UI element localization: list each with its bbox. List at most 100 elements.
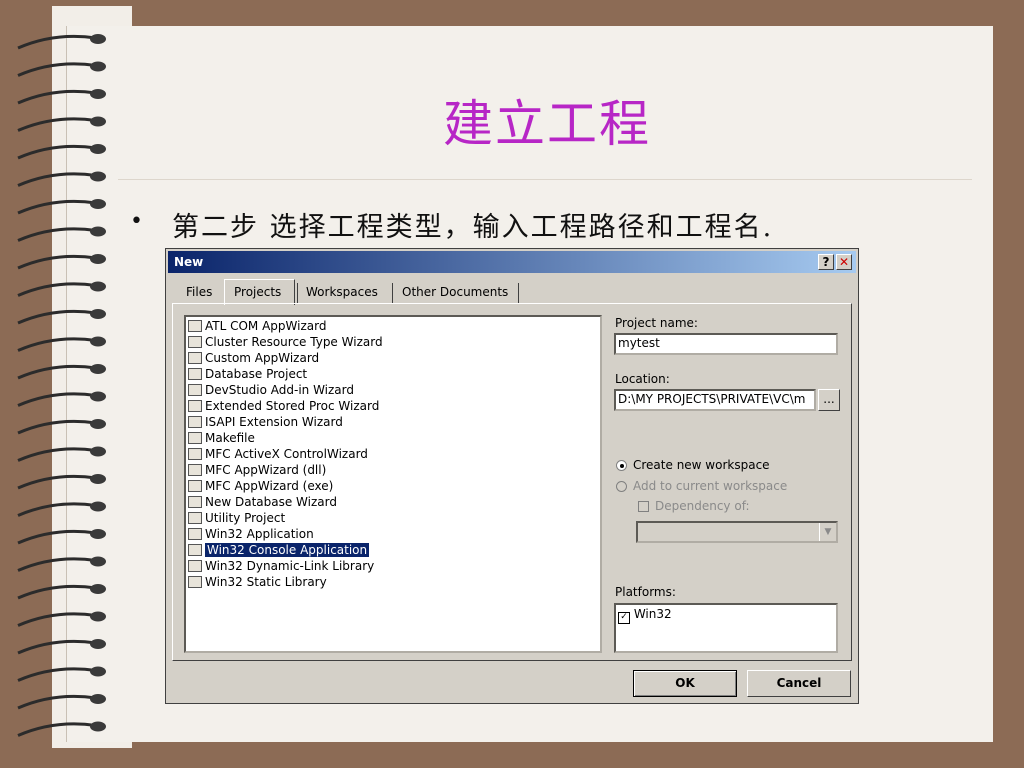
spiral-ring [17, 474, 97, 490]
project-type-item[interactable]: MFC ActiveX ControlWizard [188, 446, 368, 462]
project-type-label: Win32 Static Library [205, 575, 327, 589]
binding-hole [90, 199, 106, 209]
project-type-label: Cluster Resource Type Wizard [205, 335, 383, 349]
spiral-ring [17, 392, 97, 407]
spiral-ring [17, 639, 97, 655]
project-type-item[interactable]: ISAPI Extension Wizard [188, 414, 343, 430]
binding-hole [90, 694, 106, 704]
project-type-item[interactable]: ATL COM AppWizard [188, 318, 326, 334]
spiral-ring [17, 337, 97, 352]
spiral-ring [17, 722, 97, 737]
tab-workspaces[interactable]: Workspaces [298, 281, 386, 305]
tab-separator [392, 283, 393, 303]
tab-projects[interactable]: Projects [226, 281, 289, 305]
project-type-item[interactable]: Makefile [188, 430, 255, 446]
new-project-dialog: New ? ✕ Files Projects Workspaces Other … [165, 248, 859, 704]
utility-icon [188, 512, 202, 524]
binding-hole [90, 501, 106, 512]
win32-app-icon [188, 528, 202, 540]
location-label: Location: [615, 372, 670, 386]
spiral-ring [17, 364, 97, 380]
project-name-field[interactable]: mytest [614, 333, 838, 355]
binding-hole [90, 226, 106, 237]
spiral-ring [17, 199, 97, 215]
project-type-item[interactable]: MFC AppWizard (exe) [188, 478, 333, 494]
mfc-exe-icon [188, 480, 202, 492]
checkbox-checked-icon[interactable]: ✓ [618, 612, 630, 624]
cancel-button[interactable]: Cancel [747, 670, 851, 697]
chevron-down-icon: ▼ [819, 523, 836, 541]
binding-hole [90, 281, 106, 292]
spiral-ring [17, 584, 97, 600]
dialog-titlebar[interactable]: New ? ✕ [168, 251, 856, 273]
project-type-label: New Database Wizard [205, 495, 337, 509]
project-type-item[interactable]: Extended Stored Proc Wizard [188, 398, 379, 414]
globe-icon [188, 416, 202, 428]
spiral-ring [17, 447, 97, 462]
close-button[interactable]: ✕ [836, 254, 852, 270]
binding-hole [90, 61, 106, 72]
project-type-label: Database Project [205, 367, 308, 381]
help-button[interactable]: ? [818, 254, 834, 270]
platforms-label: Platforms: [615, 585, 676, 599]
add-workspace-label: Add to current workspace [633, 479, 788, 493]
cluster-icon [188, 336, 202, 348]
static-lib-icon [188, 576, 202, 588]
project-type-item[interactable]: MFC AppWizard (dll) [188, 462, 326, 478]
project-type-item[interactable]: Cluster Resource Type Wizard [188, 334, 383, 350]
ok-button[interactable]: OK [633, 670, 737, 697]
custom-wizard-icon [188, 352, 202, 364]
platforms-list[interactable]: ✓ Win32 [614, 603, 838, 653]
project-type-label: Makefile [205, 431, 255, 445]
project-type-item[interactable]: New Database Wizard [188, 494, 337, 510]
tab-other-documents[interactable]: Other Documents [394, 281, 516, 305]
spiral-ring [17, 227, 97, 242]
binding-hole [90, 529, 106, 539]
project-type-item[interactable]: Win32 Static Library [188, 574, 327, 590]
project-type-label: Utility Project [205, 511, 286, 525]
addin-icon [188, 384, 202, 396]
binding-hole [90, 309, 106, 319]
spiral-ring [17, 172, 97, 187]
tab-files[interactable]: Files [178, 281, 220, 305]
add-workspace-radio [616, 481, 627, 492]
project-type-item[interactable]: DevStudio Add-in Wizard [188, 382, 354, 398]
create-workspace-radio[interactable] [616, 460, 627, 471]
spiral-ring [17, 612, 97, 627]
project-type-item[interactable]: Database Project [188, 366, 307, 382]
slide-title: 建立工程 [443, 95, 651, 153]
browse-button[interactable]: ... [818, 389, 840, 411]
project-type-label: MFC AppWizard (dll) [205, 463, 327, 477]
project-type-item[interactable]: Custom AppWizard [188, 350, 319, 366]
dependency-label: Dependency of: [655, 499, 750, 513]
binding-hole [90, 666, 106, 677]
spiral-ring [17, 502, 97, 517]
bullet-marker: • [130, 209, 143, 234]
makefile-icon [188, 432, 202, 444]
spiral-ring [17, 557, 97, 572]
title-divider [118, 179, 972, 180]
activex-icon [188, 448, 202, 460]
project-type-label: MFC AppWizard (exe) [205, 479, 334, 493]
db-wizard-icon [188, 496, 202, 508]
project-type-item[interactable]: Utility Project [188, 510, 285, 526]
mfc-dll-icon [188, 464, 202, 476]
platform-item[interactable]: ✓ Win32 [618, 606, 672, 624]
binding-hole [90, 336, 106, 347]
project-type-list[interactable]: ATL COM AppWizard Cluster Resource Type W… [184, 315, 602, 653]
dependency-checkbox [638, 501, 649, 512]
atl-icon [188, 320, 202, 332]
binding-hole [90, 639, 106, 649]
location-field[interactable]: D:\MY PROJECTS\PRIVATE\VC\m [614, 389, 816, 411]
dll-icon [188, 560, 202, 572]
project-type-label: DevStudio Add-in Wizard [205, 383, 355, 397]
spiral-ring [17, 254, 97, 270]
dialog-title: New [174, 255, 204, 269]
create-workspace-label[interactable]: Create new workspace [633, 458, 770, 472]
project-type-label: ISAPI Extension Wizard [205, 415, 343, 429]
project-type-label: Win32 Application [205, 527, 314, 541]
project-type-label: Win32 Console Application [205, 543, 370, 557]
project-type-item[interactable]: Win32 Application [188, 526, 314, 542]
project-type-item[interactable]: Win32 Dynamic-Link Library [188, 558, 374, 574]
project-type-item[interactable]: Win32 Console Application [188, 542, 370, 558]
